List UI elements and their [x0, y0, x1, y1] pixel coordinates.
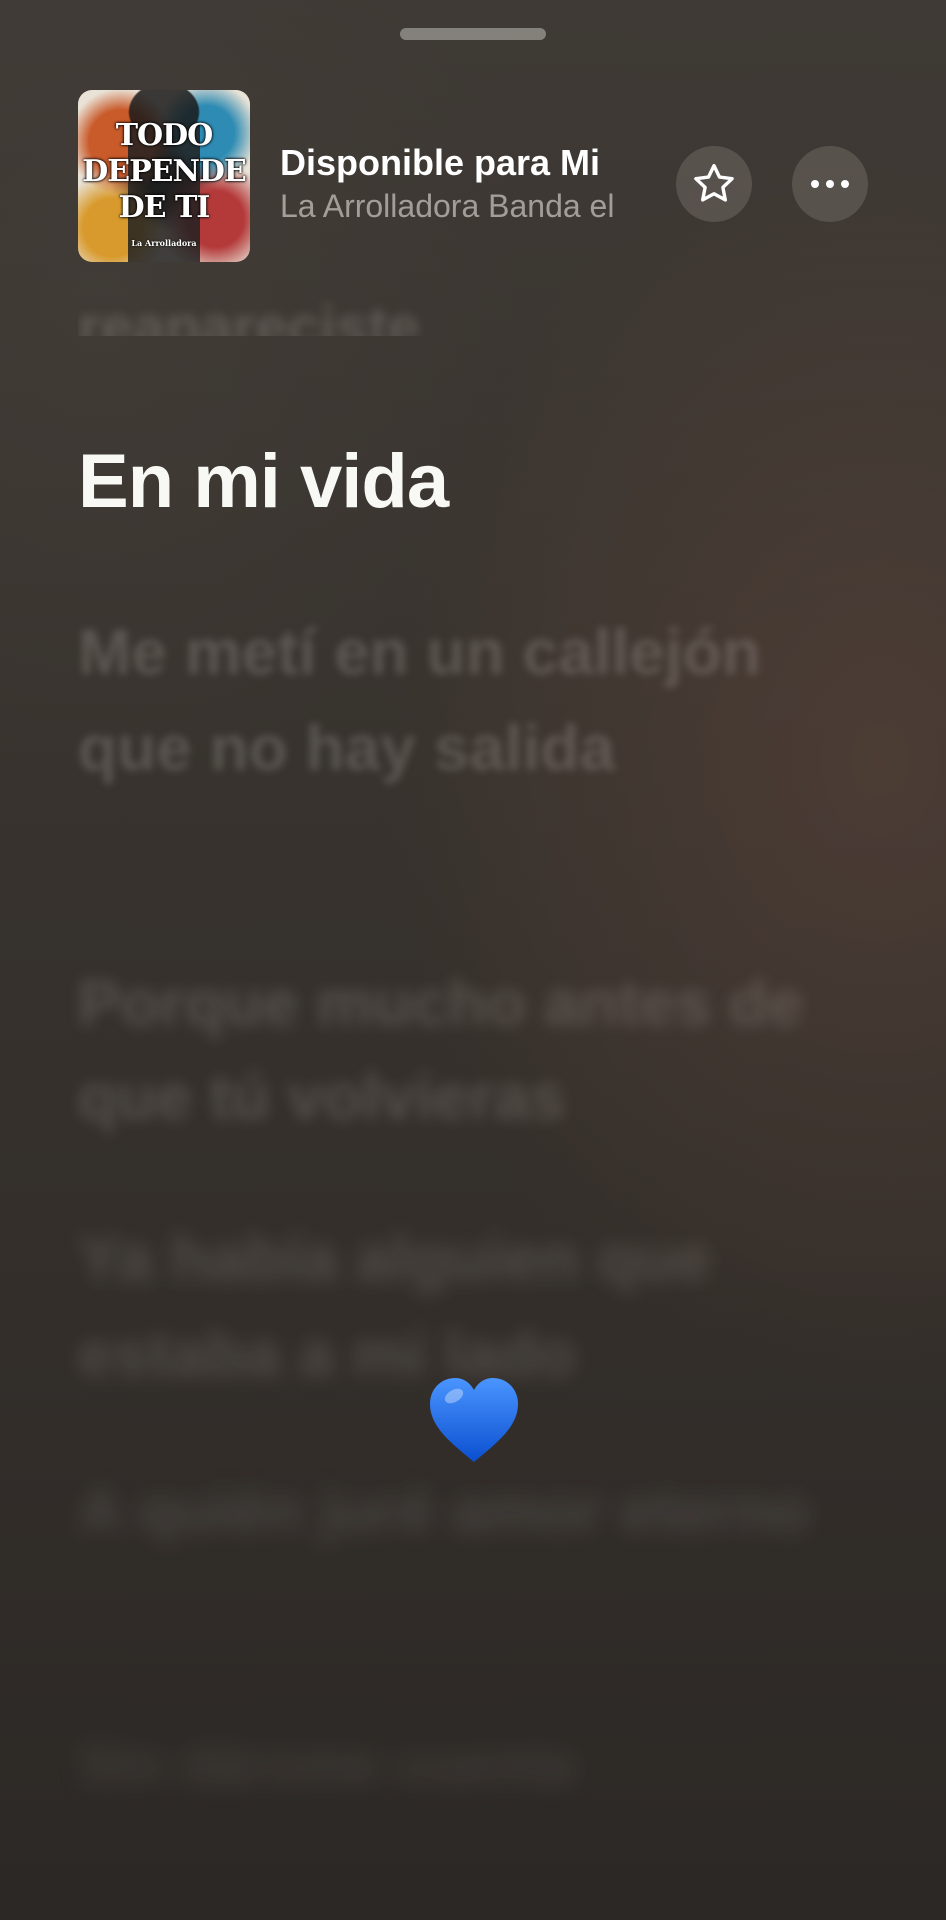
ellipsis-icon: [811, 180, 849, 188]
lyric-line[interactable]: Sin dársme cuenta: [78, 1720, 878, 1810]
sheet-grabber[interactable]: [400, 28, 546, 40]
lyric-line-previous[interactable]: reapareciste: [78, 292, 878, 336]
favorite-button[interactable]: [676, 146, 752, 222]
album-art-label: La Arrolladora: [131, 238, 197, 248]
blue-heart-icon: [430, 1378, 518, 1462]
track-title: Disponible para Mi: [280, 142, 601, 183]
lyric-line[interactable]: A quién juré amor eterno: [78, 1464, 878, 1560]
lyric-line[interactable]: Porque mucho antes de que tú volvieras: [78, 956, 878, 1144]
now-playing-header: TODO DEPENDE DE TI La Arrolladora Dispon…: [78, 90, 878, 262]
track-info[interactable]: Disponible para Mi La Arrolladora Banda …: [280, 142, 658, 226]
lyric-line[interactable]: Me metí en un callejón que no hay salida: [78, 604, 878, 796]
lyric-line-active[interactable]: En mi vida: [78, 434, 878, 530]
track-artist: La Arrolladora Banda el: [280, 188, 615, 224]
more-options-button[interactable]: [792, 146, 868, 222]
album-art[interactable]: TODO DEPENDE DE TI La Arrolladora: [78, 90, 250, 262]
star-outline-icon: [694, 163, 734, 202]
album-art-title: TODO DEPENDE DE TI: [82, 118, 247, 225]
